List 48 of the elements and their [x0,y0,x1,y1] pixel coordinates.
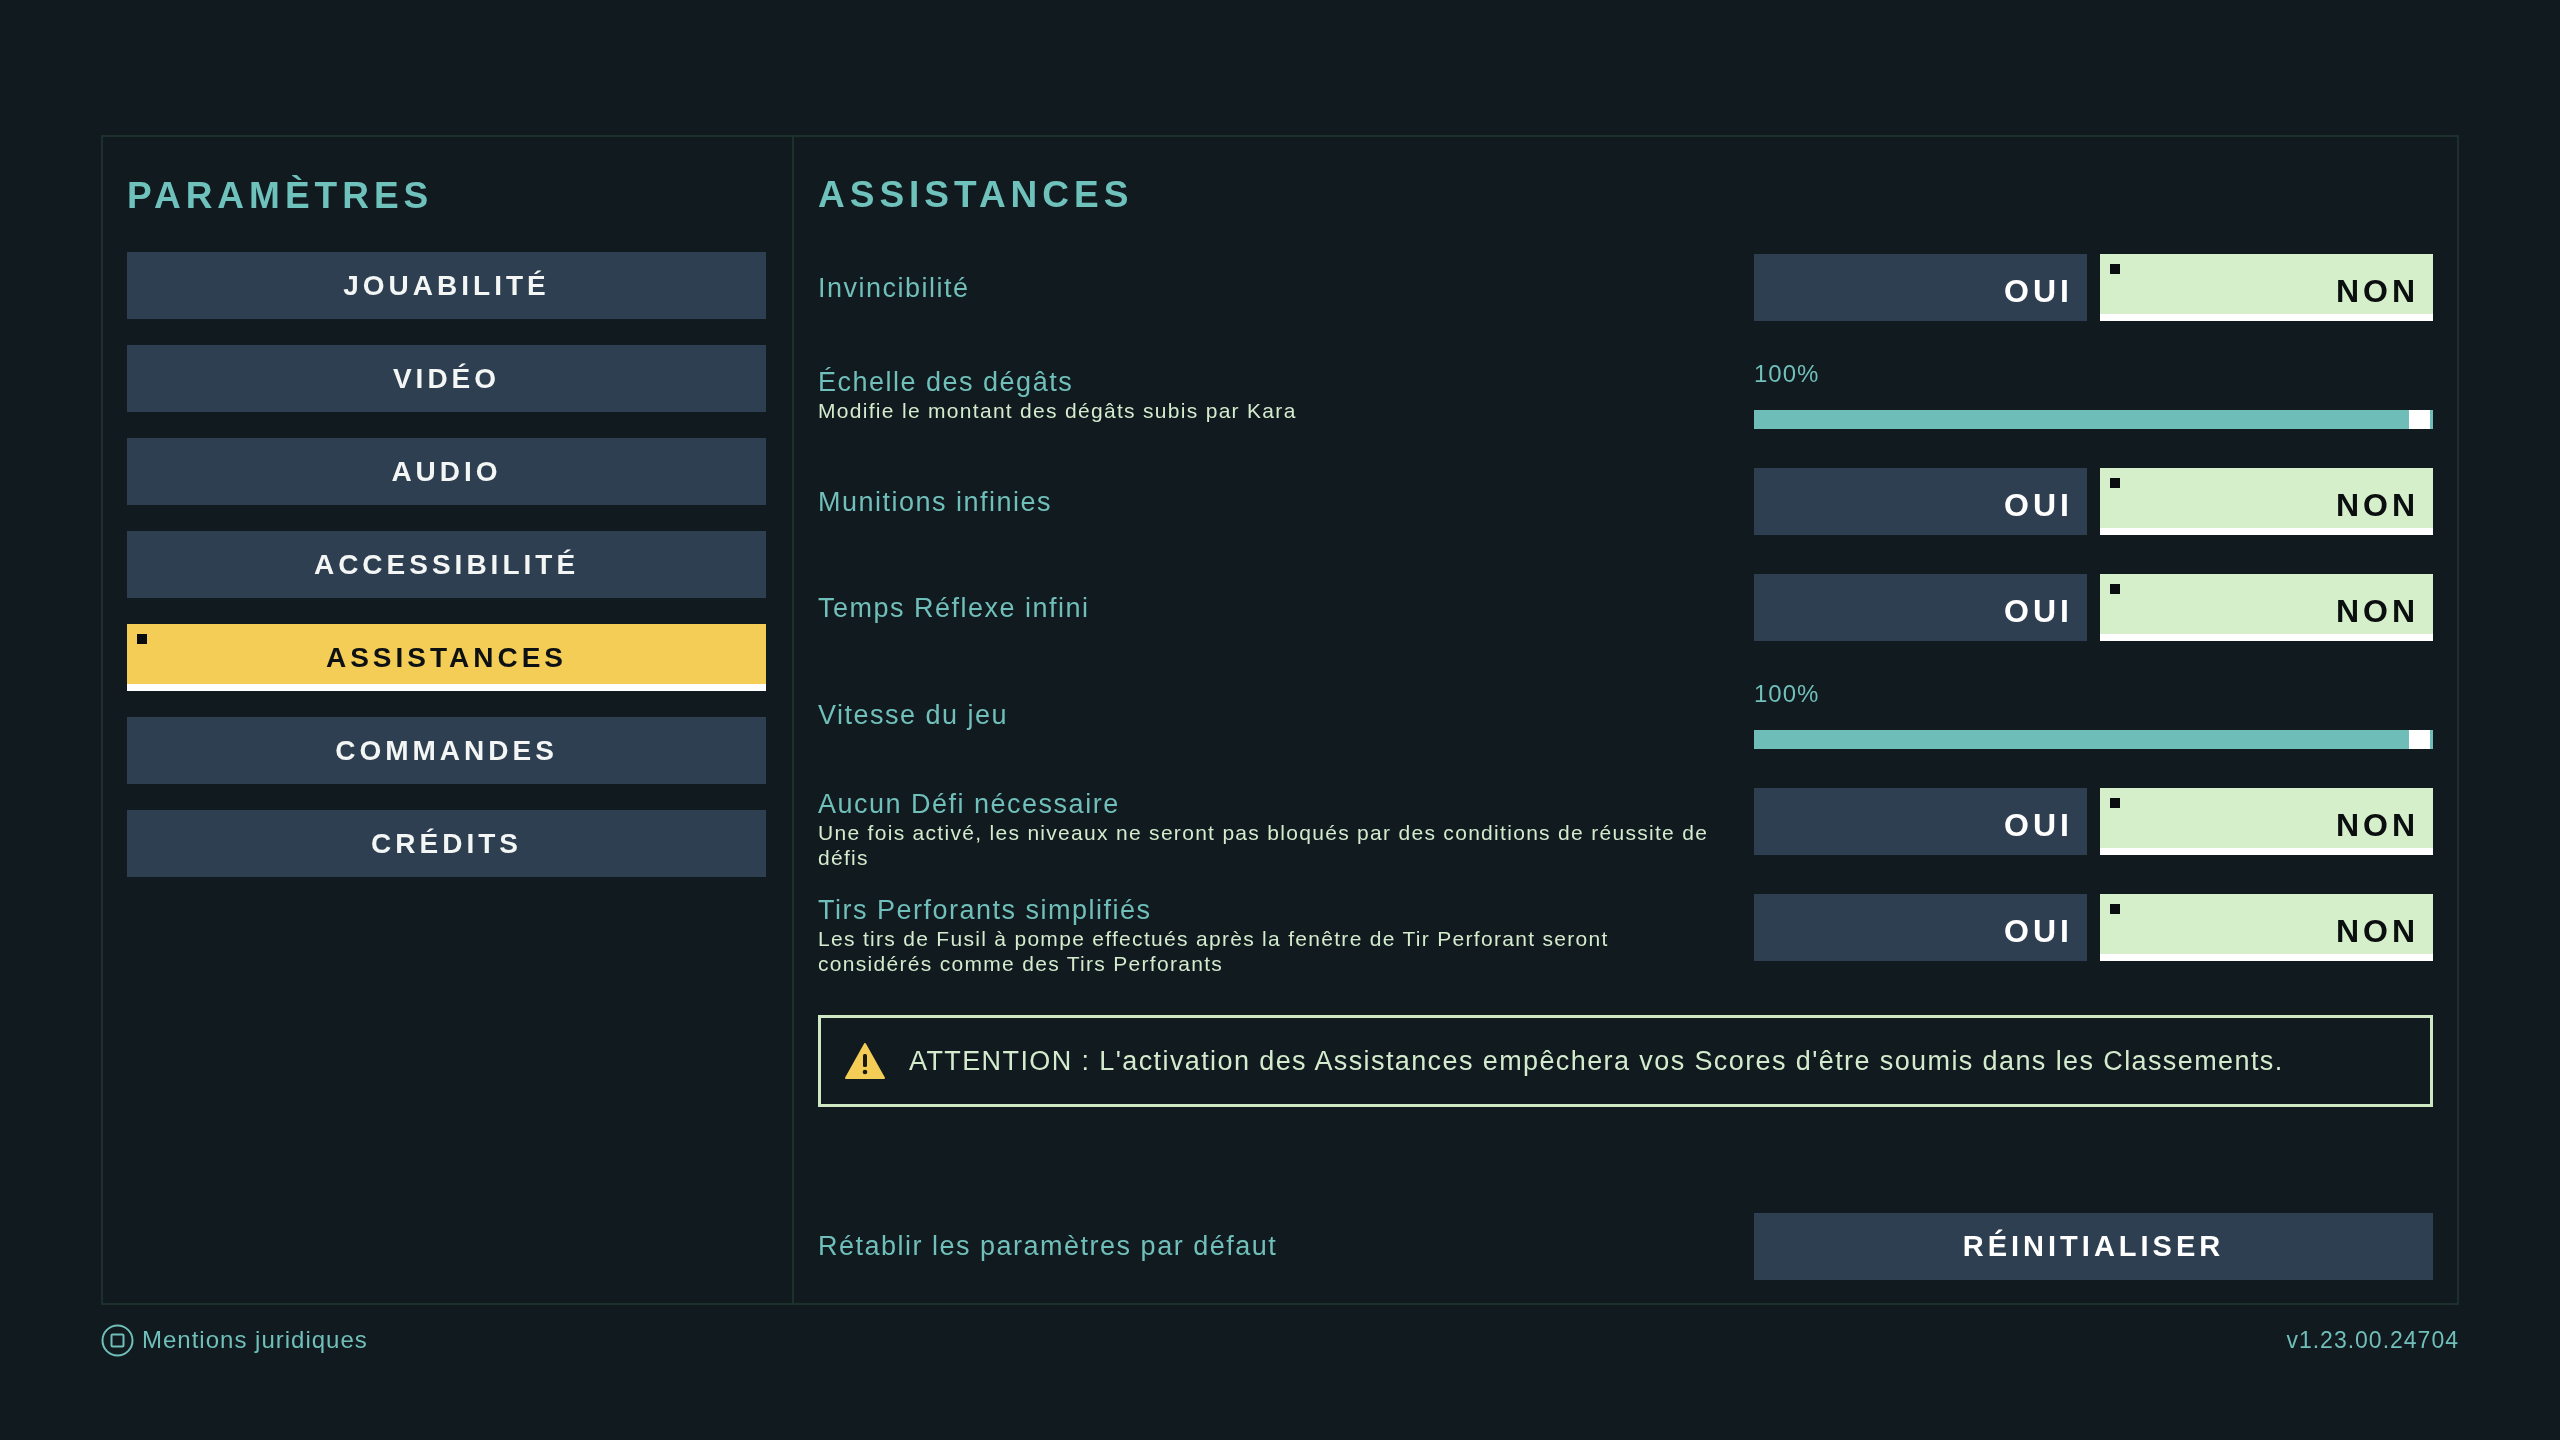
nav-tab[interactable]: COMMANDES [127,717,766,784]
setting-label: Munitions infinies [818,485,1053,518]
slider-track[interactable] [1754,730,2433,749]
setting-label: Tirs Perforants simplifiés [818,894,1152,926]
legal-link[interactable]: Mentions juridiques [101,1323,368,1357]
nav-tab[interactable]: JOUABILITÉ [127,252,766,319]
toggle-option[interactable]: OUI [1754,468,2087,535]
toggle-option[interactable]: OUI [1754,788,2087,855]
toggle-option[interactable]: OUI [1754,894,2087,961]
slider-value: 100% [1754,360,1820,388]
version-text: v1.23.00.24704 [2286,1326,2459,1354]
toggle-option[interactable]: NON [2100,894,2433,961]
nav-tab[interactable]: ASSISTANCES [127,624,766,691]
setting-description: Les tirs de Fusil à pompe effectués après la fenêtre de Tir Perforant seront considérés comme des Tirs Perforants [818,926,1610,976]
square-marker-icon [137,634,147,644]
setting-label: Échelle des dégâts [818,366,1074,398]
toggle-option[interactable]: NON [2100,468,2433,535]
nav-tab[interactable]: VIDÉO [127,345,766,412]
slider-thumb[interactable] [2409,730,2430,749]
slider-thumb[interactable] [2409,410,2430,429]
square-marker-icon [2110,264,2120,274]
setting-label: Vitesse du jeu [818,698,1009,731]
setting-description: Une fois activé, les niveaux ne seront pas bloqués par des conditions de réussite de défis [818,820,1710,870]
setting-label: Aucun Défi nécessaire [818,788,1120,820]
square-in-circle-icon [101,1323,134,1357]
square-marker-icon [2110,904,2120,914]
section-title: ASSISTANCES [818,176,1134,213]
warning-text: ATTENTION : L'activation des Assistances empêchera vos Scores d'être soumis dans les Classements. [909,1045,2284,1077]
reset-button[interactable]: RÉINITIALISER [1754,1213,2433,1280]
nav-tab[interactable]: CRÉDITS [127,810,766,877]
square-marker-icon [2110,478,2120,488]
toggle-option[interactable]: NON [2100,574,2433,641]
toggle-option[interactable]: NON [2100,788,2433,855]
slider-value: 100% [1754,680,1820,708]
setting-description: Modifie le montant des dégâts subis par Kara [818,398,1297,423]
setting-label: Invincibilité [818,271,970,304]
toggle-option[interactable]: OUI [1754,574,2087,641]
toggle-option[interactable]: OUI [1754,254,2087,321]
slider-track[interactable] [1754,410,2433,429]
toggle-option[interactable]: NON [2100,254,2433,321]
warning-icon [845,1043,885,1079]
nav-tab[interactable]: ACCESSIBILITÉ [127,531,766,598]
reset-label: Rétablir les paramètres par défaut [818,1231,1278,1262]
square-marker-icon [2110,584,2120,594]
nav-tab[interactable]: AUDIO [127,438,766,505]
setting-label: Temps Réflexe infini [818,591,1090,624]
square-marker-icon [2110,798,2120,808]
sidebar-title: PARAMÈTRES [127,177,434,214]
